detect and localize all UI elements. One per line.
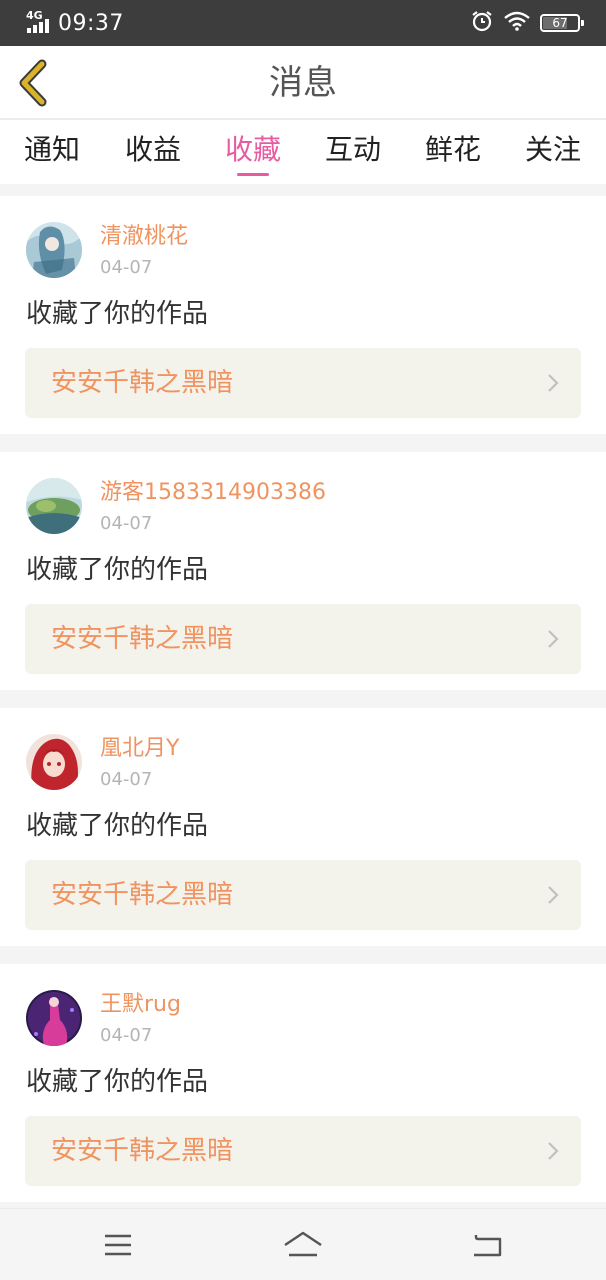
chevron-right-icon: [548, 886, 559, 904]
signal-icon: 4G: [26, 10, 52, 36]
message-card: 凰北月Y 04-07 收藏了你的作品 安安千韩之黑暗: [0, 708, 606, 946]
system-nav-bar: [0, 1208, 606, 1280]
tab-bar: 通知 收益 收藏 互动 鲜花 关注: [0, 120, 606, 184]
chevron-right-icon: [548, 374, 559, 392]
home-icon: [284, 1231, 322, 1257]
message-date: 04-07: [100, 513, 153, 534]
tab-follow[interactable]: 关注: [503, 120, 603, 184]
username[interactable]: 清澈桃花: [100, 222, 188, 252]
message-action: 收藏了你的作品: [26, 555, 209, 585]
username[interactable]: 王默rug: [100, 990, 181, 1020]
message-action: 收藏了你的作品: [26, 1067, 209, 1097]
avatar[interactable]: [26, 222, 82, 278]
message-card: 王默rug 04-07 收藏了你的作品 安安千韩之黑暗: [0, 964, 606, 1202]
back-icon: [474, 1235, 502, 1257]
battery-level: 67: [552, 16, 568, 30]
tab-flowers[interactable]: 鲜花: [403, 120, 503, 184]
message-date: 04-07: [100, 257, 153, 278]
active-tab-indicator: [237, 173, 269, 176]
tab-label: 收益: [124, 133, 181, 166]
tab-label: 关注: [524, 133, 581, 166]
tab-favorites[interactable]: 收藏: [203, 120, 303, 184]
message-action: 收藏了你的作品: [26, 811, 209, 841]
app-header: 消息: [0, 46, 606, 120]
status-right: 67: [470, 0, 584, 46]
avatar[interactable]: [26, 990, 82, 1046]
tab-label: 收藏: [224, 133, 281, 166]
alarm-icon: [470, 9, 494, 37]
tab-label: 通知: [23, 133, 80, 166]
status-bar: 4G 09:37 67: [0, 0, 606, 46]
chevron-right-icon: [548, 1142, 559, 1160]
message-date: 04-07: [100, 769, 153, 790]
username[interactable]: 凰北月Y: [100, 734, 179, 764]
work-link[interactable]: 安安千韩之黑暗: [25, 1116, 581, 1186]
avatar[interactable]: [26, 478, 82, 534]
page-title: 消息: [269, 63, 337, 103]
chevron-right-icon: [548, 630, 559, 648]
menu-icon: [105, 1234, 131, 1256]
message-action: 收藏了你的作品: [26, 299, 209, 329]
wifi-icon: [504, 11, 530, 35]
menu-button[interactable]: [96, 1223, 140, 1267]
tab-earnings[interactable]: 收益: [103, 120, 203, 184]
status-left: 4G 09:37: [26, 0, 124, 46]
message-card: 游客1583314903386 04-07 收藏了你的作品 安安千韩之黑暗: [0, 452, 606, 690]
work-title: 安安千韩之黑暗: [51, 624, 234, 654]
back-nav-button[interactable]: [466, 1223, 510, 1267]
work-link[interactable]: 安安千韩之黑暗: [25, 348, 581, 418]
work-title: 安安千韩之黑暗: [51, 880, 234, 910]
message-card: 清澈桃花 04-07 收藏了你的作品 安安千韩之黑暗: [0, 196, 606, 434]
username[interactable]: 游客1583314903386: [100, 478, 326, 508]
work-title: 安安千韩之黑暗: [51, 1136, 234, 1166]
tab-label: 鲜花: [424, 133, 481, 166]
avatar[interactable]: [26, 734, 82, 790]
home-button[interactable]: [281, 1223, 325, 1267]
work-title: 安安千韩之黑暗: [51, 368, 234, 398]
tab-interaction[interactable]: 互动: [303, 120, 403, 184]
status-time: 09:37: [58, 10, 124, 36]
work-link[interactable]: 安安千韩之黑暗: [25, 604, 581, 674]
tab-label: 互动: [324, 133, 381, 166]
tab-notification[interactable]: 通知: [2, 120, 102, 184]
work-link[interactable]: 安安千韩之黑暗: [25, 860, 581, 930]
battery-icon: 67: [540, 14, 584, 32]
message-date: 04-07: [100, 1025, 153, 1046]
